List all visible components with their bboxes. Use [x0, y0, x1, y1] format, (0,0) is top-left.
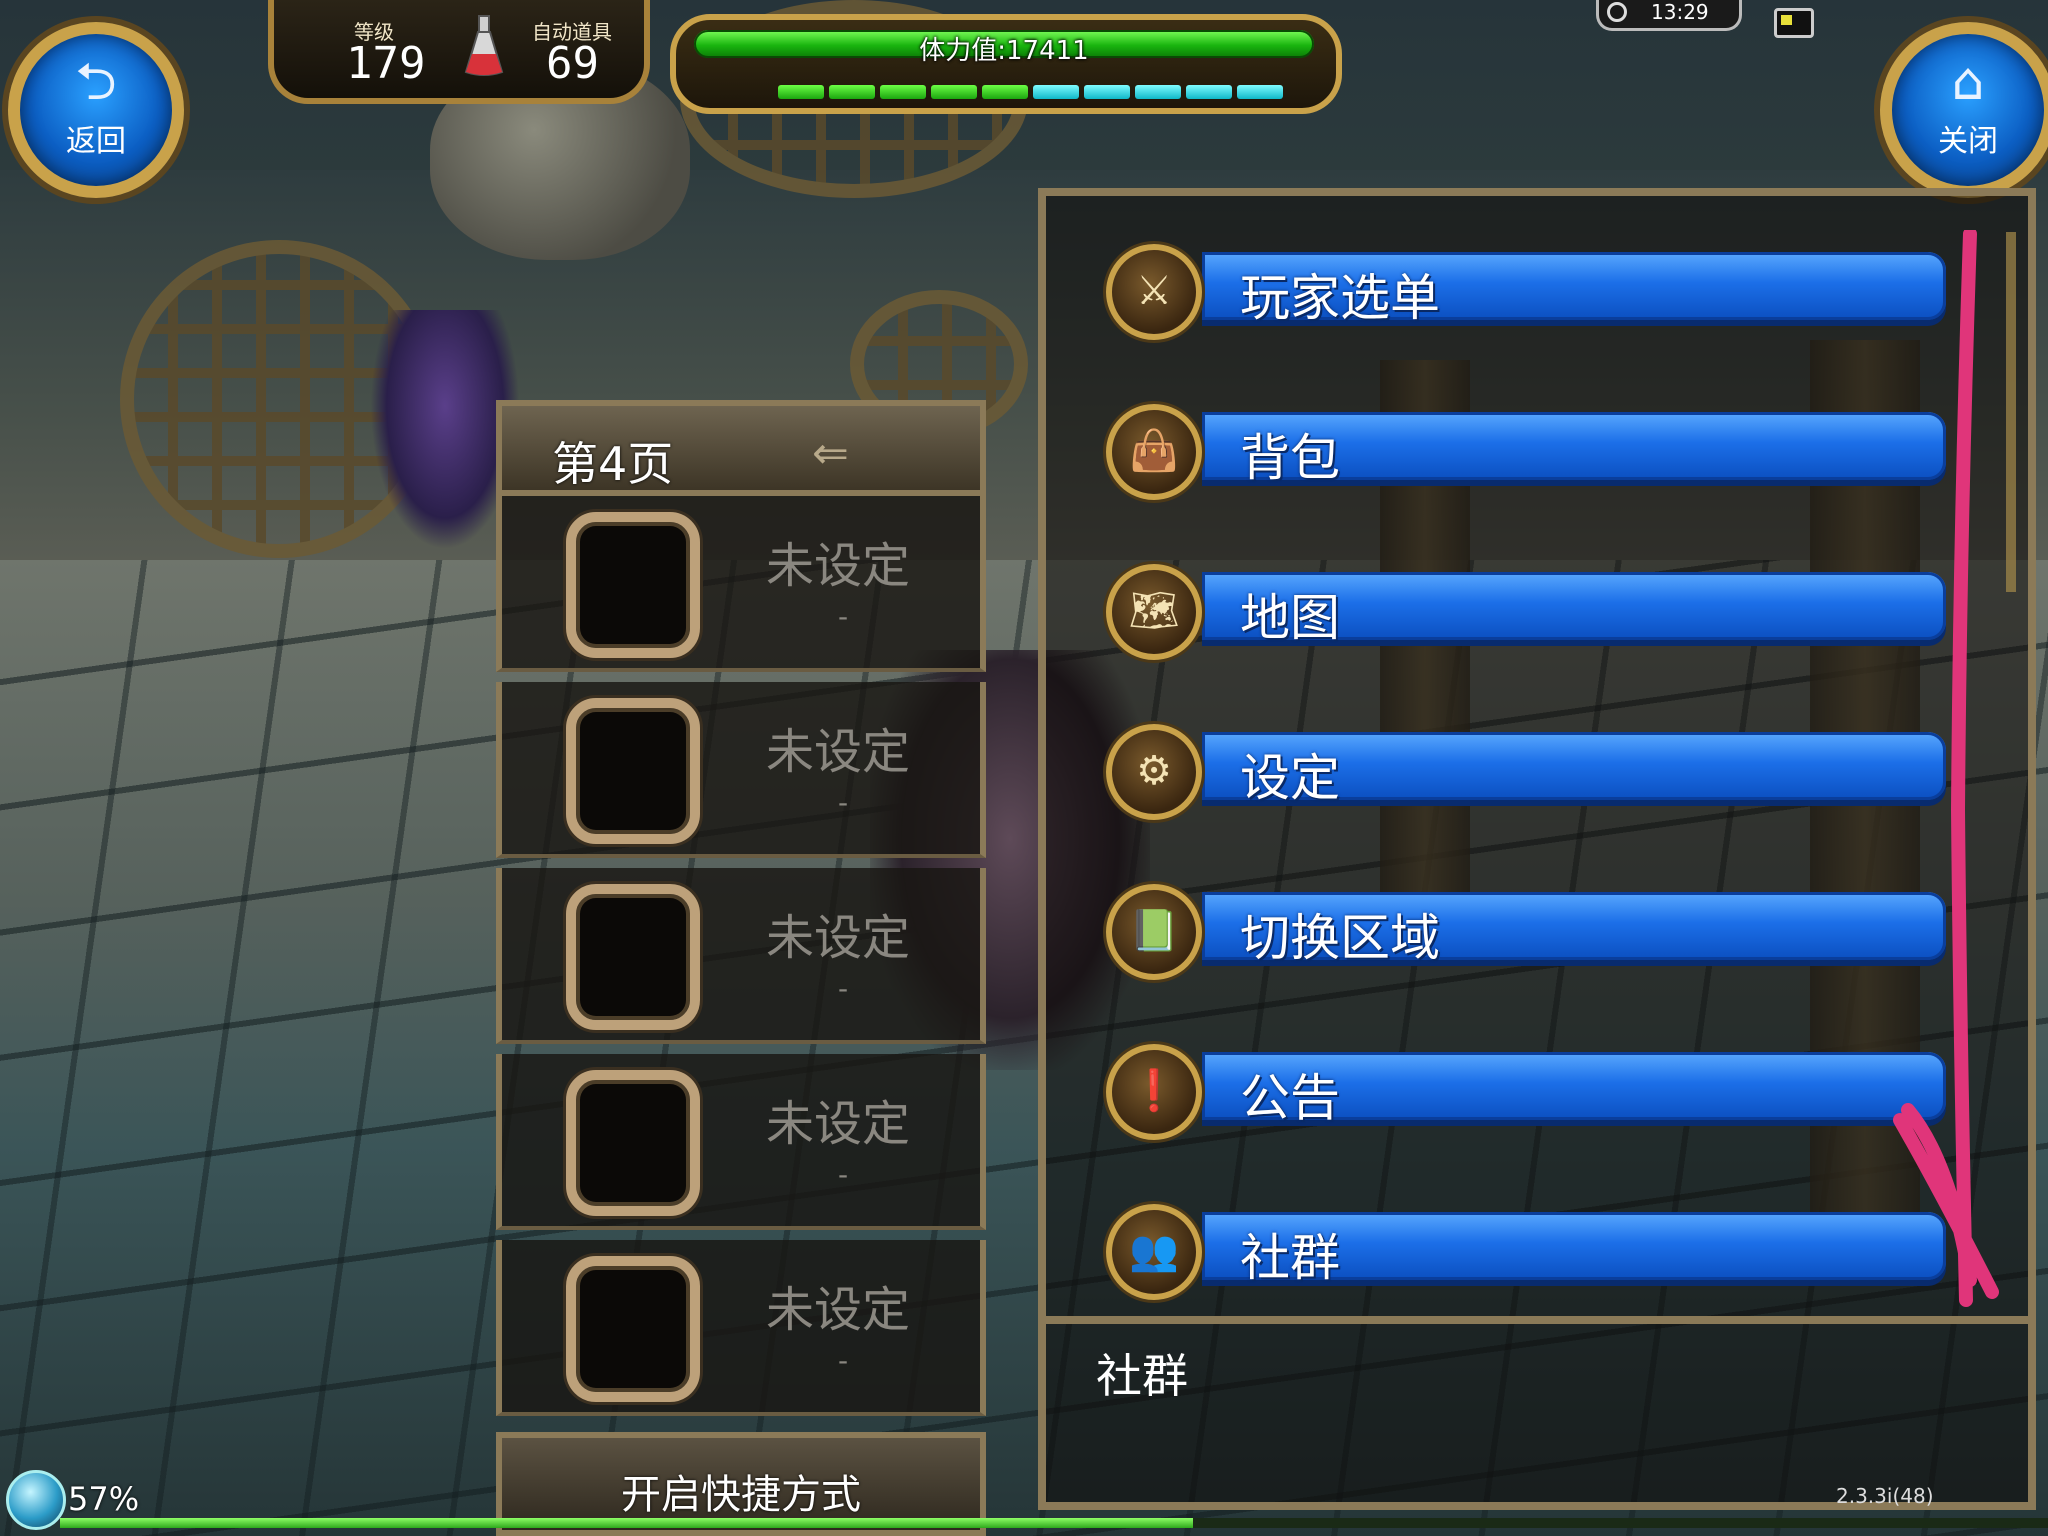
energy-segment — [982, 85, 1028, 99]
shortcut-slot-frame — [566, 884, 700, 1030]
menu-item-settings[interactable]: ⚙ 设定 — [1106, 724, 1946, 820]
shortcut-slot-label: 未设定 — [766, 1096, 911, 1152]
energy-segment — [1135, 85, 1181, 99]
home-icon: ⌂ — [1951, 52, 1985, 112]
version-label: 2.3.3i(48) — [1836, 1484, 1934, 1508]
shortcut-slot-sub: - — [838, 1344, 849, 1377]
energy-segment — [778, 85, 824, 99]
level-item-plate: 等级 179 自动道具 69 — [268, 0, 650, 104]
menu-item-map[interactable]: 🗺 地图 — [1106, 564, 1946, 660]
menu-item-bag[interactable]: 👜 背包 — [1106, 404, 1946, 500]
enable-shortcut-label: 开启快捷方式 — [621, 1472, 861, 1518]
sword-shield-icon: ⚔ — [1106, 244, 1202, 340]
shortcut-slot[interactable]: 未设定 - — [496, 1240, 986, 1416]
level-value: 179 — [346, 38, 426, 89]
shortcut-slot-frame — [566, 512, 700, 658]
shortcut-slot[interactable]: 未设定 - — [496, 682, 986, 858]
menu-item-notice[interactable]: ❗ 公告 — [1106, 1044, 1946, 1140]
shortcut-slot-sub: - — [838, 1158, 849, 1191]
menu-item-label: 切换区域 — [1240, 909, 1440, 967]
map-icon: 🗺 — [1106, 564, 1202, 660]
shortcut-page-header[interactable]: 第4页 ⇐ — [496, 400, 986, 496]
notice-icon: ❗ — [1106, 1044, 1202, 1140]
menu-item-label: 玩家选单 — [1240, 269, 1440, 327]
menu-item-label: 设定 — [1240, 749, 1340, 807]
bag-icon: 👜 — [1106, 404, 1202, 500]
energy-segment — [1033, 85, 1079, 99]
battery-icon — [1774, 8, 1814, 38]
shortcut-slot-sub: - — [838, 786, 849, 819]
experience-orb-icon — [6, 1470, 66, 1530]
shortcut-slot[interactable]: 未设定 - — [496, 868, 986, 1044]
potion-icon — [464, 15, 504, 76]
shortcut-page-title: 第4页 — [552, 437, 674, 491]
energy-segment — [880, 85, 926, 99]
energy-segment — [1084, 85, 1130, 99]
menu-item-community[interactable]: 👥 社群 — [1106, 1204, 1946, 1300]
energy-segment — [829, 85, 875, 99]
menu-item-player[interactable]: ⚔ 玩家选单 — [1106, 244, 1946, 340]
shortcut-slot-label: 未设定 — [766, 910, 911, 966]
shortcut-panel: 第4页 ⇐ 未设定 - 未设定 - 未设定 - 未设定 - 未设定 - 开启快捷… — [496, 400, 986, 1536]
menu-item-label: 背包 — [1240, 429, 1340, 487]
back-button-label: 返回 — [66, 124, 126, 159]
clock-time: 13:29 — [1651, 0, 1709, 24]
energy-segments — [778, 84, 1288, 104]
menu-item-label: 社群 — [1240, 1229, 1340, 1287]
experience-bar-fill — [60, 1518, 1194, 1528]
hp-frame: 体力值:17411 — [670, 14, 1342, 114]
shortcut-slot[interactable]: 未设定 - — [496, 1054, 986, 1230]
menu-divider — [1038, 1316, 2036, 1324]
scroll-down-annotation-arrow — [1893, 230, 1999, 1307]
shortcut-slot-label: 未设定 — [766, 724, 911, 780]
close-button-label: 关闭 — [1938, 124, 1998, 159]
close-button[interactable]: ⌂ 关闭 — [1880, 22, 2048, 198]
hp-text: 体力值:17411 — [919, 36, 1089, 66]
shortcut-slot-sub: - — [838, 972, 849, 1005]
community-icon: 👥 — [1106, 1204, 1202, 1300]
energy-segment — [1237, 85, 1283, 99]
menu-item-label: 公告 — [1240, 1069, 1340, 1127]
gears-icon: ⚙ — [1106, 724, 1202, 820]
auto-item-value: 69 — [546, 38, 599, 89]
shortcut-slot-label: 未设定 — [766, 1282, 911, 1338]
clock-indicator: 13:29 — [1596, 0, 1742, 31]
shortcut-slot-sub: - — [838, 600, 849, 633]
book-icon: 📗 — [1106, 884, 1202, 980]
energy-segment — [931, 85, 977, 99]
shortcut-slot-frame — [566, 698, 700, 844]
return-arrow-icon: ⮌ — [75, 52, 117, 112]
menu-item-label: 地图 — [1240, 589, 1340, 647]
clock-icon — [1607, 2, 1627, 22]
page-arrow-icon[interactable]: ⇐ — [812, 428, 849, 479]
shortcut-slot-label: 未设定 — [766, 538, 911, 594]
experience-bar — [60, 1518, 2048, 1528]
shortcut-slot-frame — [566, 1070, 700, 1216]
selected-item-description: 社群 — [1096, 1349, 1188, 1403]
experience-percent: 57% — [68, 1480, 140, 1518]
menu-item-switch-zone[interactable]: 📗 切换区域 — [1106, 884, 1946, 980]
energy-segment — [1186, 85, 1232, 99]
shortcut-slot-frame — [566, 1256, 700, 1402]
shortcut-slot[interactable]: 未设定 - — [496, 496, 986, 672]
back-button[interactable]: ⮌ 返回 — [8, 22, 184, 198]
battery-fill — [1781, 15, 1792, 25]
